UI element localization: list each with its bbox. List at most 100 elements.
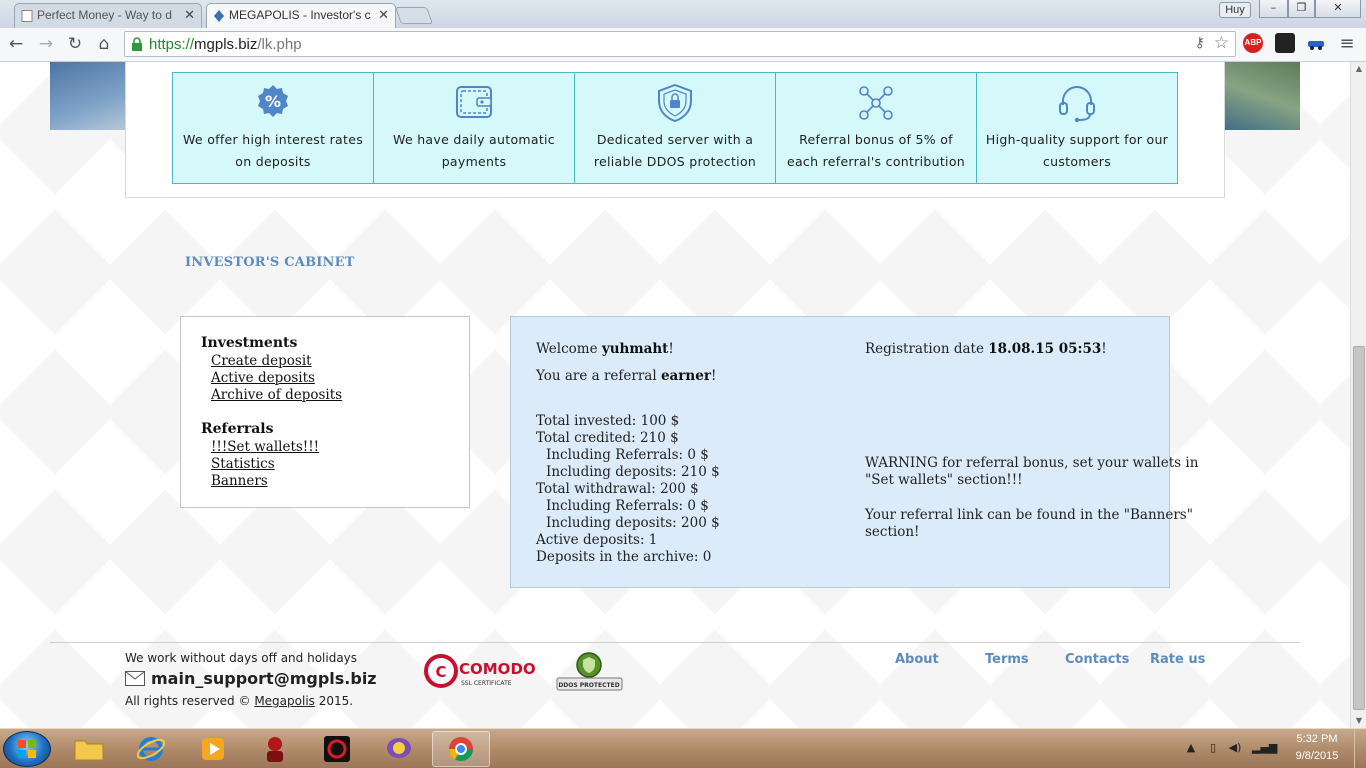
menu-link-active-deposits[interactable]: Active deposits [211, 370, 315, 386]
referral-status-text: You are a referral earner! [536, 368, 717, 384]
ddos-protected-badge: DDOS PROTECTED [556, 652, 623, 691]
stat-total-credited: Total credited: 210 $ [536, 430, 679, 446]
menu-link-create-deposit[interactable]: Create deposit [211, 353, 312, 369]
scroll-up-icon[interactable]: ▲ [1351, 62, 1366, 76]
svg-text:COMODO: COMODO [459, 660, 536, 678]
feature-text: Dedicated server with a reliable DDOS pr… [593, 132, 757, 169]
menu-icon[interactable]: ≡ [1336, 33, 1358, 55]
feature-text: High-quality support for our customers [985, 132, 1169, 169]
home-button[interactable]: ⌂ [93, 33, 115, 55]
scrollbar-thumb[interactable] [1353, 346, 1365, 710]
taskbar-chrome[interactable] [432, 731, 490, 767]
comodo-ssl-badge: C COMODO SSL CERTIFICATE [424, 654, 536, 688]
adblock-plus-icon[interactable]: ABP [1243, 33, 1263, 53]
show-desktop-button[interactable] [1354, 729, 1366, 768]
taskbar-ie[interactable] [122, 731, 180, 767]
support-email[interactable]: main_support@mgpls.biz [151, 669, 377, 688]
footer-link-about[interactable]: About [895, 652, 939, 667]
reload-button[interactable]: ↻ [64, 33, 86, 55]
headset-icon [1059, 86, 1095, 123]
account-summary-panel: Welcome yuhmaht! You are a referral earn… [510, 316, 1198, 588]
show-hidden-icons-icon[interactable]: ▲ [1184, 741, 1198, 755]
feature-text: Referral bonus of 5% of each referral's … [786, 132, 966, 169]
menu-heading-referrals: Referrals [201, 421, 274, 437]
taskbar-media-player[interactable] [184, 731, 242, 767]
cabinet-menu: Investments Create deposit Active deposi… [180, 316, 470, 508]
minimize-button[interactable]: – [1259, 0, 1288, 18]
close-icon[interactable]: ✕ [378, 7, 389, 23]
stat-withdrawal-referrals: Including Referrals: 0 $ [546, 498, 709, 514]
wallet-warning-line: "Set wallets" section!!! [865, 472, 1023, 488]
tab-megapolis[interactable]: MEGAPOLIS - Investor's c ✕ [206, 3, 396, 28]
car-icon [1308, 41, 1324, 50]
percent-badge-icon: % [258, 85, 288, 117]
tab-title: MEGAPOLIS - Investor's c [229, 8, 371, 22]
referral-role: earner [660, 368, 711, 384]
game-launcher-icon [324, 736, 350, 762]
system-clock[interactable]: 5:32 PM 9/8/2015 [1282, 731, 1352, 765]
registration-date-text: Registration date 18.08.15 05:53! [865, 341, 1107, 357]
stat-credited-referrals: Including Referrals: 0 $ [546, 447, 709, 463]
page-favicon-icon [21, 10, 33, 22]
extension-icon[interactable] [1275, 33, 1295, 53]
megapolis-favicon-icon [214, 10, 224, 22]
footer-link-rate-us[interactable]: Rate us [1150, 652, 1205, 667]
feature-text: We have daily automatic payments [393, 132, 555, 169]
hero-image-left [50, 62, 130, 130]
stat-withdrawal-deposits: Including deposits: 200 $ [546, 515, 720, 531]
registration-date: 18.08.15 05:53 [988, 341, 1102, 357]
taskbar-app-red[interactable] [246, 731, 304, 767]
page-title: INVESTOR'S CABINET [185, 255, 355, 270]
menu-heading-investments: Investments [201, 335, 298, 351]
windows-logo-icon [18, 740, 36, 758]
scroll-down-icon[interactable]: ▼ [1351, 714, 1366, 728]
extension-car-icon[interactable] [1306, 33, 1326, 53]
menu-link-set-wallets[interactable]: !!!Set wallets!!! [211, 439, 319, 455]
bookmark-star-icon[interactable]: ☆ [1214, 33, 1229, 53]
envelope-icon [125, 671, 145, 686]
new-tab-button[interactable] [394, 7, 434, 24]
vertical-scrollbar[interactable]: ▲ ▼ [1350, 62, 1366, 728]
windows-taskbar: ▲ ▯ ◀) ▂▄▆ 5:32 PM 9/8/2015 [0, 728, 1366, 768]
feature-item: Referral bonus of 5% of each referral's … [776, 73, 977, 183]
media-player-icon [202, 738, 224, 760]
footer-link-contacts[interactable]: Contacts [1065, 652, 1129, 667]
features-row: % We offer high interest rates on deposi… [172, 72, 1178, 184]
browser-toolbar: ← → ↻ ⌂ https://mgpls.biz/lk.php ⚷ ☆ ABP… [0, 28, 1366, 62]
shield-lock-icon [658, 83, 692, 123]
menu-link-archive-deposits[interactable]: Archive of deposits [211, 387, 342, 403]
footer-link-terms[interactable]: Terms [985, 652, 1029, 667]
tab-perfect-money[interactable]: Perfect Money - Way to d ✕ [14, 3, 202, 28]
forward-button[interactable]: → [35, 33, 57, 55]
internet-explorer-icon [137, 737, 165, 761]
clock-date: 9/8/2015 [1295, 750, 1339, 762]
taskbar-explorer[interactable] [60, 731, 118, 767]
profile-badge[interactable]: Huy [1219, 2, 1251, 18]
taskbar-app-messenger[interactable] [370, 731, 428, 767]
lock-icon [132, 37, 142, 51]
close-window-button[interactable]: ✕ [1315, 0, 1361, 18]
browser-tab-strip: Perfect Money - Way to d ✕ MEGAPOLIS - I… [0, 0, 1366, 28]
restore-button[interactable]: ❐ [1288, 0, 1315, 18]
stat-active-deposits: Active deposits: 1 [536, 532, 658, 548]
chrome-icon [449, 737, 473, 762]
back-button[interactable]: ← [5, 33, 27, 55]
folder-icon [74, 740, 104, 761]
menu-link-statistics[interactable]: Statistics [211, 456, 275, 472]
footer-divider [50, 642, 1300, 643]
menu-link-banners[interactable]: Banners [211, 473, 268, 489]
taskbar-app-garena[interactable] [308, 731, 366, 767]
close-icon[interactable]: ✕ [184, 7, 195, 23]
address-bar[interactable]: https://mgpls.biz/lk.php ⚷ ☆ [124, 31, 1236, 57]
page-viewport: % We offer high interest rates on deposi… [0, 62, 1350, 728]
key-icon[interactable]: ⚷ [1195, 35, 1205, 51]
tab-title: Perfect Money - Way to d [37, 8, 172, 22]
network-signal-icon[interactable]: ▂▄▆ [1252, 741, 1277, 755]
hero-image-right [1220, 62, 1300, 130]
svg-text:DDOS PROTECTED: DDOS PROTECTED [558, 682, 619, 689]
volume-icon[interactable]: ◀) [1228, 741, 1242, 755]
stat-total-withdrawal: Total withdrawal: 200 $ [536, 481, 699, 497]
tray-device-icon[interactable]: ▯ [1206, 741, 1220, 755]
start-button[interactable] [3, 731, 51, 767]
megapolis-link[interactable]: Megapolis [254, 694, 315, 708]
